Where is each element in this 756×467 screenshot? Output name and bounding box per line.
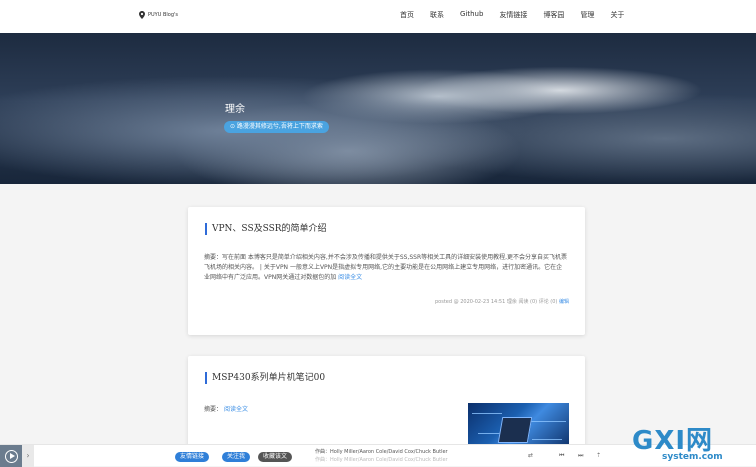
watermark-sub: system.com	[662, 452, 723, 462]
song-credit-secondary: 作曲：Holly Miller/Aaron Cole/David Cox/Chu…	[315, 457, 448, 463]
chevron-right-icon[interactable]: ›	[22, 445, 34, 467]
post-summary: 摘要： 阅读全文	[204, 404, 248, 413]
shuffle-icon[interactable]: ⇄	[528, 452, 533, 459]
nav-about[interactable]: 关于	[610, 10, 624, 20]
follow-button[interactable]: 关注我	[222, 452, 251, 462]
favorite-button[interactable]: 收藏该文	[258, 452, 293, 462]
edit-link[interactable]: 编辑	[559, 299, 569, 305]
album-cover[interactable]	[0, 445, 22, 467]
post-title[interactable]: VPN、SS及SSR的简单介绍	[205, 223, 327, 235]
location-pin-icon	[139, 11, 145, 19]
nav-contact[interactable]: 联系	[430, 10, 444, 20]
play-icon[interactable]	[4, 449, 18, 463]
hero-motto-badge: ⊙ 路漫漫其修远兮,吾将上下而求索	[224, 121, 329, 133]
watermark-logo: GXI网 system.com	[632, 420, 756, 466]
nav-home[interactable]: 首页	[400, 10, 414, 20]
top-navbar: PUYU Blog's 首页 联系 Github 友情链接 博客园 管理 关于	[0, 0, 756, 33]
up-arrow-icon[interactable]: ⇡	[596, 452, 601, 459]
post-meta: posted @ 2020-02-23 14:51 理余 阅读 (0) 评论 (…	[435, 298, 569, 305]
post-card: MSP430系列单片机笔记00 摘要： 阅读全文	[188, 356, 585, 451]
post-meta-text: posted @ 2020-02-23 14:51 理余 阅读 (0) 评论 (…	[434, 299, 558, 305]
read-more-link[interactable]: 阅读全文	[224, 406, 248, 413]
main-nav: 首页 联系 Github 友情链接 博客园 管理 关于	[400, 10, 640, 20]
post-summary-label: 摘要：	[204, 406, 223, 413]
hero-banner: 理余 ⊙ 路漫漫其修远兮,吾将上下而求索	[0, 33, 756, 184]
song-info: 作曲：Holly Miller/Aaron Cole/David Cox/Chu…	[315, 448, 448, 464]
friend-links-button[interactable]: 友情链接	[175, 452, 210, 462]
post-title[interactable]: MSP430系列单片机笔记00	[205, 372, 325, 384]
logo-text: PUYU Blog's	[148, 12, 179, 18]
nav-cnblogs[interactable]: 博客园	[543, 10, 564, 20]
nav-github[interactable]: Github	[460, 10, 483, 20]
site-logo[interactable]: PUYU Blog's	[139, 11, 178, 19]
read-more-link[interactable]: 阅读全文	[338, 274, 362, 281]
previous-icon[interactable]: ⏮	[559, 452, 564, 460]
post-summary-text: 摘要：写在前面 本博客只是简单介绍相关内容,并不会涉及传播和提供关于SS,SSR…	[204, 254, 568, 281]
hero-title: 理余	[225, 104, 245, 115]
nav-manage[interactable]: 管理	[580, 10, 594, 20]
post-card: VPN、SS及SSR的简单介绍 摘要：写在前面 本博客只是简单介绍相关内容,并不…	[188, 207, 585, 335]
post-summary: 摘要：写在前面 本博客只是简单介绍相关内容,并不会涉及传播和提供关于SS,SSR…	[204, 253, 568, 283]
song-credit: 作曲：Holly Miller/Aaron Cole/David Cox/Chu…	[315, 449, 448, 455]
nav-friend-links[interactable]: 友情链接	[499, 10, 527, 20]
next-icon[interactable]: ⏭	[578, 452, 583, 460]
